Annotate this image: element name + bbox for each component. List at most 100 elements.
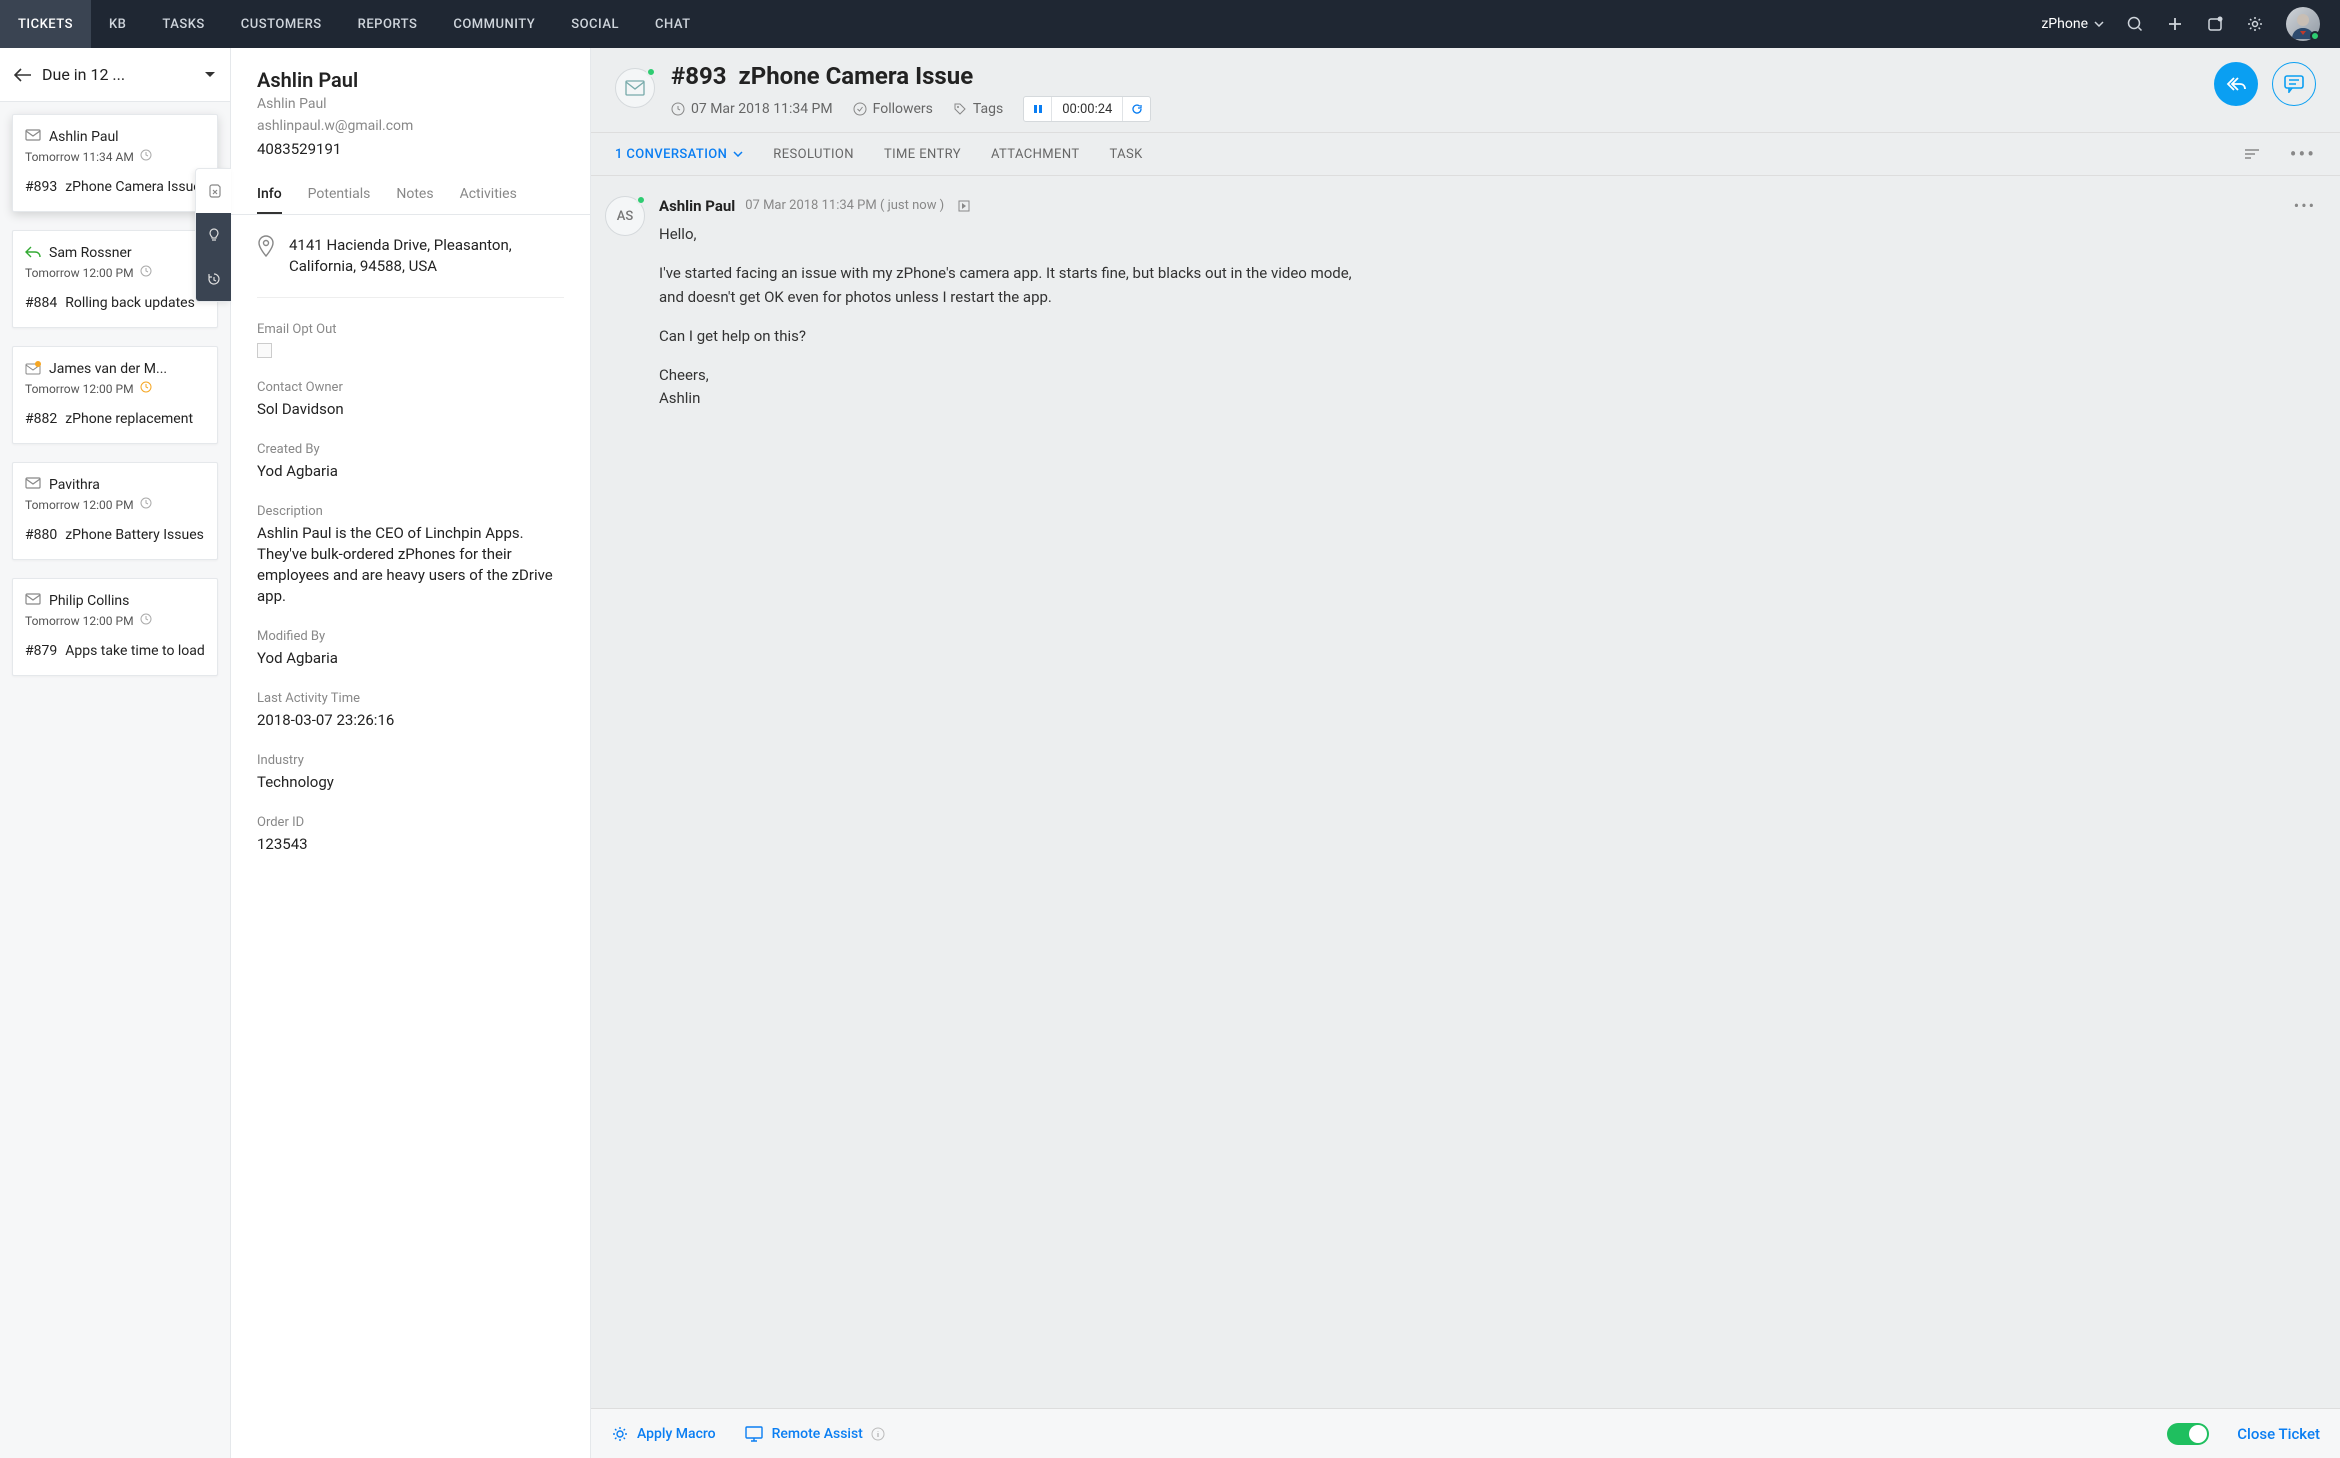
value-created-by: Yod Agbaria xyxy=(257,461,564,482)
tab-time-entry[interactable]: TIME ENTRY xyxy=(884,147,961,162)
ticket-due: Tomorrow 12:00 PM xyxy=(25,266,134,280)
sort-icon[interactable] xyxy=(2244,148,2260,160)
label-created-by: Created By xyxy=(257,442,564,457)
status-toggle[interactable] xyxy=(2167,1423,2209,1445)
portal-name: zPhone xyxy=(2041,16,2088,32)
label-contact-owner: Contact Owner xyxy=(257,380,564,395)
tab-potentials[interactable]: Potentials xyxy=(308,176,371,214)
checkbox-email-opt-out[interactable] xyxy=(257,343,272,358)
status-online-dot xyxy=(2310,31,2320,41)
tab-info[interactable]: Info xyxy=(257,176,282,214)
ticket-subject: zPhone Camera Issue xyxy=(65,179,201,195)
reply-all-button[interactable] xyxy=(2214,62,2258,106)
nav-customers[interactable]: CUSTOMERS xyxy=(223,0,340,48)
chevron-down-icon xyxy=(733,151,743,157)
contact-address: 4141 Hacienda Drive, Pleasanton, Califor… xyxy=(289,235,564,277)
chevron-down-icon xyxy=(2094,21,2104,27)
ticket-tags[interactable]: Tags xyxy=(953,101,1003,117)
timer-pause-button[interactable] xyxy=(1024,97,1052,121)
back-icon[interactable] xyxy=(14,68,32,82)
ticket-num: #882 xyxy=(25,411,57,427)
message-more-icon[interactable]: ••• xyxy=(2294,196,2316,215)
nav-tickets[interactable]: TICKETS xyxy=(0,0,91,48)
notification-icon[interactable] xyxy=(2206,15,2224,33)
clock-icon xyxy=(140,497,156,513)
header-actions xyxy=(2214,62,2316,106)
ticket-card[interactable]: Sam Rossner Tomorrow 12:00 PM #884 Rolling… xyxy=(12,230,218,328)
info-icon[interactable] xyxy=(871,1427,885,1441)
channel-icon xyxy=(25,129,41,145)
message-time: 07 Mar 2018 11:34 PM ( just now ) xyxy=(745,198,944,213)
nav-community[interactable]: COMMUNITY xyxy=(435,0,553,48)
label-email-opt-out: Email Opt Out xyxy=(257,322,564,337)
message-paragraph: I've started facing an issue with my zPh… xyxy=(659,262,1379,309)
ticket-num: #884 xyxy=(25,295,57,311)
ticket-subject: Rolling back updates xyxy=(65,295,195,311)
content-footer: Apply Macro Remote Assist Close Ticket xyxy=(591,1408,2340,1458)
clock-icon xyxy=(140,381,156,397)
portal-selector[interactable]: zPhone xyxy=(2041,16,2104,32)
contact-phone[interactable]: 4083529191 xyxy=(257,140,564,158)
rail-attachment-icon[interactable] xyxy=(196,169,231,213)
topbar: TICKETS KB TASKS CUSTOMERS REPORTS COMMU… xyxy=(0,0,2340,48)
contact-header: Ashlin Paul Ashlin Paul ashlinpaul.w@gma… xyxy=(231,48,590,168)
ticket-followers[interactable]: Followers xyxy=(853,101,933,117)
clock-icon xyxy=(140,613,156,629)
ticket-number: #893 xyxy=(671,62,727,90)
user-avatar[interactable] xyxy=(2286,7,2320,41)
nav-kb[interactable]: KB xyxy=(91,0,144,48)
nav-chat[interactable]: CHAT xyxy=(637,0,709,48)
expand-icon[interactable] xyxy=(958,200,970,212)
contact-tabs: Info Potentials Notes Activities xyxy=(231,176,590,215)
tab-conversation[interactable]: 1 CONVERSATION xyxy=(615,147,743,162)
ticket-card[interactable]: Philip CollinsTomorrow 12:00 PM#879 Apps… xyxy=(12,578,218,676)
message-avatar: AS xyxy=(605,196,645,236)
nav-reports[interactable]: REPORTS xyxy=(340,0,436,48)
ticket-subject: zPhone Battery Issues xyxy=(65,527,204,543)
gear-icon[interactable] xyxy=(2246,15,2264,33)
more-icon[interactable]: ••• xyxy=(2290,142,2316,166)
ticket-card[interactable]: Ashlin PaulTomorrow 11:34 AM#893 zPhone … xyxy=(12,114,218,212)
contact-name: Ashlin Paul xyxy=(257,68,564,92)
ticket-sender: Ashlin Paul xyxy=(49,129,119,145)
nav-tasks[interactable]: TASKS xyxy=(144,0,222,48)
ticket-sender: Sam Rossner xyxy=(49,245,132,261)
search-icon[interactable] xyxy=(2126,15,2144,33)
plus-icon[interactable] xyxy=(2166,15,2184,33)
tab-notes[interactable]: Notes xyxy=(396,176,433,214)
ticket-card[interactable]: James van der M...Tomorrow 12:00 PM#882 … xyxy=(12,346,218,444)
ticket-card[interactable]: PavithraTomorrow 12:00 PM#880 zPhone Bat… xyxy=(12,462,218,560)
tab-resolution[interactable]: RESOLUTION xyxy=(773,147,854,162)
chevron-down-icon[interactable] xyxy=(204,71,216,79)
message-paragraph: Can I get help on this? xyxy=(659,325,1379,348)
ticket-due: Tomorrow 12:00 PM xyxy=(25,614,134,628)
tab-attachment[interactable]: ATTACHMENT xyxy=(991,147,1080,162)
ticket-due: Tomorrow 12:00 PM xyxy=(25,382,134,396)
tab-activities[interactable]: Activities xyxy=(460,176,517,214)
ticket-subject: Apps take time to load xyxy=(65,643,205,659)
message-paragraph: Cheers,Ashlin xyxy=(659,364,1379,411)
close-ticket-button[interactable]: Close Ticket xyxy=(2237,1425,2320,1443)
clock-icon xyxy=(140,265,156,281)
timer-refresh-button[interactable] xyxy=(1122,97,1150,121)
message: AS Ashlin Paul 07 Mar 2018 11:34 PM ( ju… xyxy=(605,196,2316,427)
channel-icon xyxy=(25,361,41,377)
remote-assist-button[interactable]: Remote Assist xyxy=(744,1426,885,1442)
label-industry: Industry xyxy=(257,753,564,768)
rail-history-icon[interactable] xyxy=(196,257,231,301)
view-title[interactable]: Due in 12 ... xyxy=(42,65,194,84)
comment-button[interactable] xyxy=(2272,62,2316,106)
topnav: TICKETS KB TASKS CUSTOMERS REPORTS COMMU… xyxy=(0,0,709,48)
ticket-sender: Pavithra xyxy=(49,477,100,493)
contact-email[interactable]: ashlinpaul.w@gmail.com xyxy=(257,118,564,134)
value-industry: Technology xyxy=(257,772,564,793)
channel-icon xyxy=(25,477,41,493)
nav-social[interactable]: SOCIAL xyxy=(553,0,637,48)
apply-macro-button[interactable]: Apply Macro xyxy=(611,1425,716,1443)
value-contact-owner: Sol Davidson xyxy=(257,399,564,420)
rail-suggestion-icon[interactable] xyxy=(196,213,231,257)
message-body: Hello,I've started facing an issue with … xyxy=(659,223,1379,411)
list-header: Due in 12 ... xyxy=(0,48,230,102)
contact-account: Ashlin Paul xyxy=(257,96,564,112)
tab-task[interactable]: TASK xyxy=(1109,147,1142,162)
